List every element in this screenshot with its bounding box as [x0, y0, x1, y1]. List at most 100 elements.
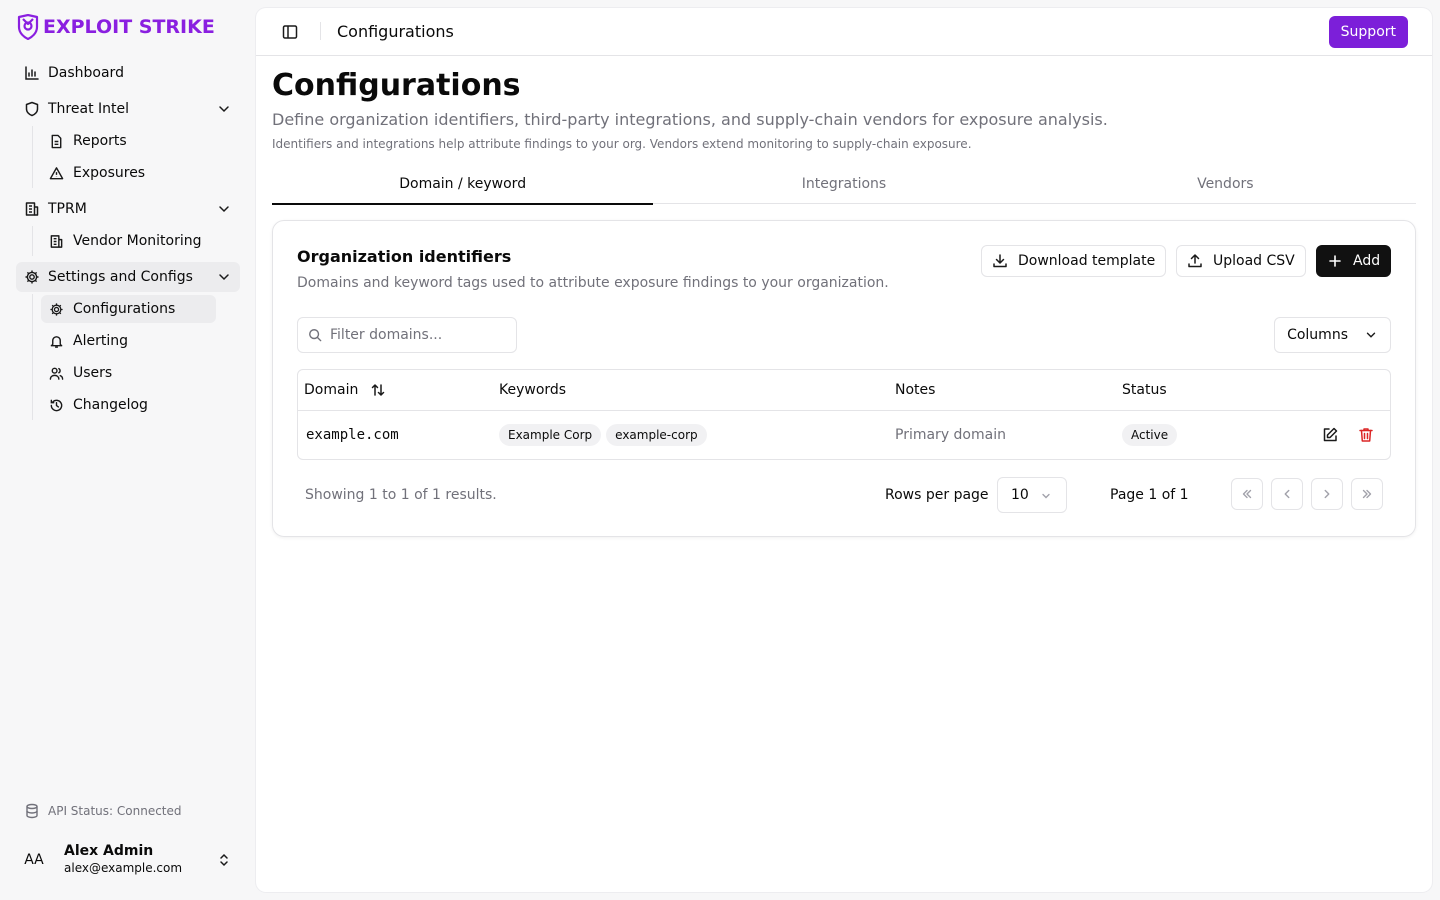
- main-panel: Configurations Support Configurations De…: [256, 8, 1432, 892]
- chevron-down-icon[interactable]: [216, 201, 232, 217]
- keyword-chip: example-corp: [606, 424, 707, 446]
- sidebar-item-configurations[interactable]: Configurations: [41, 295, 216, 323]
- column-header-label: Domain: [304, 382, 359, 398]
- sidebar-item-exposures[interactable]: Exposures: [41, 159, 216, 187]
- page-title: Configurations: [272, 68, 521, 103]
- upload-csv-button[interactable]: Upload CSV: [1176, 245, 1306, 277]
- results-summary: Showing 1 to 1 of 1 results.: [305, 487, 497, 503]
- upload-icon: [1187, 253, 1203, 269]
- identifiers-card: Organization identifiers Domains and key…: [272, 220, 1416, 537]
- search-icon: [308, 328, 322, 342]
- download-icon: [992, 253, 1008, 269]
- cell-domain: example.com: [306, 427, 399, 443]
- tab-integrations[interactable]: Integrations: [653, 164, 1034, 203]
- download-template-button[interactable]: Download template: [981, 245, 1167, 277]
- sidebar-item-users[interactable]: Users: [41, 359, 216, 387]
- edit-icon[interactable]: [1321, 426, 1339, 444]
- user-email: alex@example.com: [64, 861, 183, 875]
- first-page-button[interactable]: [1231, 478, 1263, 510]
- sidebar-item-label: Vendor Monitoring: [73, 233, 202, 249]
- tab-vendors[interactable]: Vendors: [1035, 164, 1416, 203]
- chevrons-right-icon: [1360, 487, 1374, 501]
- sidebar-item-reports[interactable]: Reports: [41, 127, 216, 155]
- api-status: API Status: Connected: [24, 803, 182, 819]
- page-note: Identifiers and integrations help attrib…: [272, 137, 972, 151]
- previous-page-button[interactable]: [1271, 478, 1303, 510]
- chevron-down-icon[interactable]: [216, 101, 232, 117]
- keyword-chip: Example Corp: [499, 424, 602, 446]
- filter-domains-input[interactable]: [330, 327, 500, 343]
- chevron-left-icon: [1280, 487, 1294, 501]
- gear-icon: [49, 302, 64, 317]
- filter-domains: [297, 317, 517, 353]
- page-indicator: Page 1 of 1: [1110, 487, 1189, 503]
- sidebar-item-label: Dashboard: [48, 65, 124, 81]
- columns-label: Columns: [1287, 327, 1348, 343]
- submenu-line: [32, 126, 33, 188]
- chevrons-left-icon: [1240, 487, 1254, 501]
- upload-csv-label: Upload CSV: [1213, 253, 1295, 269]
- user-name: Alex Admin: [64, 843, 154, 859]
- api-status-text: API Status: Connected: [48, 804, 182, 818]
- sidebar-item-label: Exposures: [73, 165, 146, 181]
- sidebar-item-vendor-monitoring[interactable]: Vendor Monitoring: [41, 227, 216, 255]
- config-tabs: Domain / keyword Integrations Vendors: [272, 164, 1416, 205]
- chevrons-up-down-icon: [216, 852, 232, 868]
- add-button[interactable]: Add: [1316, 245, 1392, 277]
- sidebar-item-threat-intel[interactable]: Threat Intel: [16, 94, 240, 124]
- submenu-line: [32, 226, 33, 256]
- sidebar-toggle-icon[interactable]: [282, 24, 298, 40]
- card-title: Organization identifiers: [297, 247, 512, 266]
- cell-status: Active: [1122, 411, 1182, 459]
- submenu-line: [32, 294, 33, 420]
- topbar-separator: [320, 22, 321, 40]
- sidebar-item-label: TPRM: [48, 201, 87, 217]
- sort-icon[interactable]: [370, 382, 386, 398]
- shield-icon: [24, 101, 40, 117]
- sidebar-item-label: Reports: [73, 133, 127, 149]
- sidebar-item-alerting[interactable]: Alerting: [41, 327, 216, 355]
- rows-per-page-select[interactable]: 10: [997, 477, 1067, 513]
- history-icon: [49, 398, 64, 413]
- user-menu[interactable]: AA Alex Admin alex@example.com: [16, 836, 240, 884]
- next-page-button[interactable]: [1311, 478, 1343, 510]
- column-header-domain[interactable]: Domain: [304, 382, 386, 398]
- avatar: AA: [24, 852, 44, 868]
- sidebar-item-dashboard[interactable]: Dashboard: [16, 58, 240, 88]
- chevron-down-icon[interactable]: [216, 269, 232, 285]
- table-row[interactable]: example.com Example Corp example-corp Pr…: [298, 411, 1390, 459]
- chevron-down-icon: [1364, 328, 1378, 342]
- sidebar-item-label: Configurations: [73, 301, 176, 317]
- topbar-title: Configurations: [337, 22, 454, 41]
- shield-logo-icon: [16, 14, 40, 40]
- users-icon: [49, 366, 64, 381]
- columns-button[interactable]: Columns: [1274, 317, 1391, 353]
- alert-triangle-icon: [49, 166, 64, 181]
- database-icon: [24, 803, 40, 819]
- card-description: Domains and keyword tags used to attribu…: [297, 275, 889, 291]
- status-badge: Active: [1122, 424, 1178, 446]
- add-label: Add: [1353, 253, 1381, 269]
- trash-icon[interactable]: [1357, 426, 1375, 444]
- sidebar-item-label: Users: [73, 365, 113, 381]
- brand-logo[interactable]: EXPLOIT STRIKE: [16, 14, 215, 40]
- rows-per-page-value: 10: [1011, 487, 1029, 503]
- building-icon: [24, 201, 40, 217]
- brand-name: EXPLOIT STRIKE: [43, 16, 215, 38]
- last-page-button[interactable]: [1351, 478, 1383, 510]
- column-header-notes: Notes: [895, 382, 936, 398]
- column-header-status: Status: [1122, 382, 1167, 398]
- sidebar-item-label: Settings and Configs: [48, 269, 193, 285]
- file-text-icon: [49, 134, 64, 149]
- sidebar-item-label: Alerting: [73, 333, 128, 349]
- sidebar-item-settings-and-configs[interactable]: Settings and Configs: [16, 262, 240, 292]
- sidebar-item-tprm[interactable]: TPRM: [16, 194, 240, 224]
- column-header-keywords: Keywords: [499, 382, 567, 398]
- gear-icon: [24, 269, 40, 285]
- support-button[interactable]: Support: [1328, 16, 1408, 48]
- tab-domain-keyword[interactable]: Domain / keyword: [272, 164, 654, 205]
- sidebar-item-changelog[interactable]: Changelog: [41, 391, 216, 419]
- identifiers-table: Domain Keywords Notes Status example.com…: [297, 369, 1391, 460]
- sidebar: EXPLOIT STRIKE Dashboard Threat Intel Re…: [0, 0, 256, 900]
- cell-notes: Primary domain: [895, 427, 1006, 443]
